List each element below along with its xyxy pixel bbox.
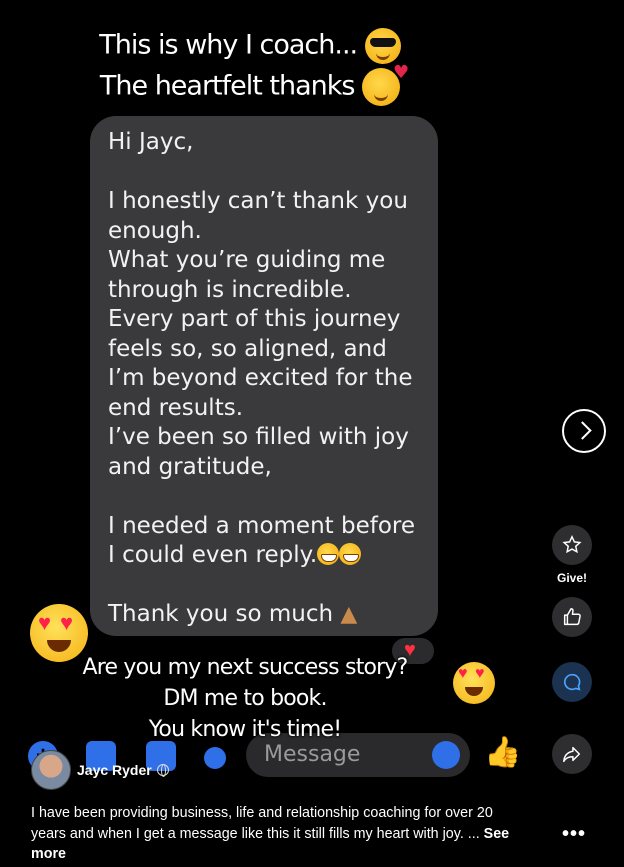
grin-emoji-icon — [317, 543, 340, 565]
next-reel-button[interactable] — [562, 409, 606, 453]
story-caption-line1: This is why I coach... — [0, 28, 500, 64]
like-icon — [563, 608, 581, 626]
give-button[interactable] — [552, 525, 592, 565]
share-button[interactable] — [552, 734, 592, 774]
give-star-icon — [562, 535, 582, 554]
sunglasses-emoji-icon — [364, 28, 401, 64]
more-options-button[interactable]: ••• — [562, 823, 586, 846]
cta-line2: DM me to book. — [163, 686, 327, 711]
reel-viewer: This is why I coach... The heartfelt tha… — [0, 0, 624, 867]
thumbs-up-icon: 👍 — [484, 736, 522, 769]
smile-icon — [432, 741, 460, 769]
heart-eyes-emoji-icon: ♥ ♥ — [30, 604, 88, 662]
smiling-hearts-emoji-icon — [362, 62, 408, 106]
share-icon — [563, 746, 581, 763]
cta-line1: Are you my next success story? — [82, 655, 408, 680]
avatar[interactable] — [31, 750, 71, 790]
mic-icon — [204, 747, 226, 769]
cta-line3: You know it's time! — [148, 717, 342, 742]
message-text: Hi Jayc, I honestly can’t thank you enou… — [108, 128, 420, 630]
post-description: I have been providing business, life and… — [31, 805, 510, 862]
like-button[interactable] — [552, 597, 592, 637]
pray-emoji-icon: ▲ — [340, 602, 358, 627]
give-label: Give! — [556, 571, 587, 585]
comment-icon — [563, 673, 581, 691]
author-name[interactable]: Jayc Ryder — [77, 762, 152, 778]
heart-eyes-emoji-icon: ♥ ♥ — [453, 662, 495, 704]
comment-button[interactable] — [552, 662, 592, 702]
story-caption-line2: The heartfelt thanks — [0, 62, 500, 106]
message-bubble: Hi Jayc, I honestly can’t thank you enou… — [90, 116, 438, 636]
post-author[interactable]: Jayc Ryder — [31, 750, 169, 790]
grin-emoji-icon — [339, 543, 362, 565]
globe-icon — [156, 764, 169, 777]
